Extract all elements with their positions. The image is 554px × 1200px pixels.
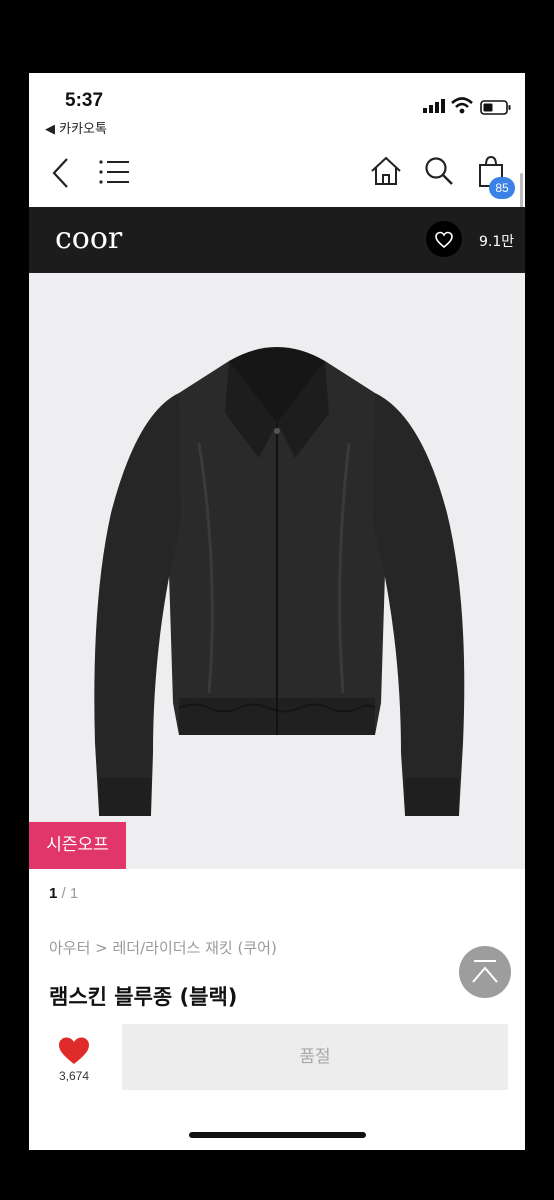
home-indicator	[189, 1132, 366, 1138]
like-count: 3,674	[59, 1069, 90, 1083]
menu-icon[interactable]	[99, 159, 129, 185]
signal-icon	[423, 99, 445, 113]
app-screen: 5:37 ◀ 카카오톡 85 coor 9.1만 시즌오프 1 / 1 아우터 …	[29, 73, 525, 1150]
back-to-app-link[interactable]: ◀ 카카오톡	[45, 118, 107, 137]
status-time: 5:37	[65, 90, 104, 111]
category-breadcrumb[interactable]: 아우터 > 레더/라이더스 재킷 (쿠어)	[49, 937, 277, 958]
nav-bar	[29, 143, 525, 207]
product-title: 램스킨 블루종 (블랙)	[49, 985, 238, 1009]
scroll-top-icon	[472, 960, 498, 983]
status-bar: 5:37 ◀ 카카오톡	[29, 73, 525, 143]
heart-outline-icon	[435, 231, 453, 249]
jacket-image	[94, 347, 465, 816]
search-icon[interactable]	[424, 156, 454, 186]
image-pager: 1 / 1	[49, 885, 78, 902]
brand-like-count: 9.1만	[479, 234, 515, 250]
brand-header: coor 9.1만	[29, 207, 525, 273]
sold-out-button[interactable]: 품절	[122, 1024, 508, 1090]
home-icon[interactable]	[370, 155, 402, 187]
scroll-top-button[interactable]	[459, 946, 511, 998]
wifi-icon	[451, 97, 473, 114]
product-image[interactable]: 시즌오프	[29, 273, 525, 869]
back-icon[interactable]	[51, 157, 71, 189]
battery-icon	[480, 100, 511, 115]
cart-count-badge: 85	[489, 177, 515, 199]
brand-like-button[interactable]	[426, 221, 462, 257]
brand-logo[interactable]: coor	[55, 221, 122, 256]
heart-icon	[59, 1037, 89, 1064]
pager-total: / 1	[57, 885, 79, 902]
season-off-tag: 시즌오프	[29, 822, 126, 869]
like-button[interactable]	[57, 1036, 91, 1071]
